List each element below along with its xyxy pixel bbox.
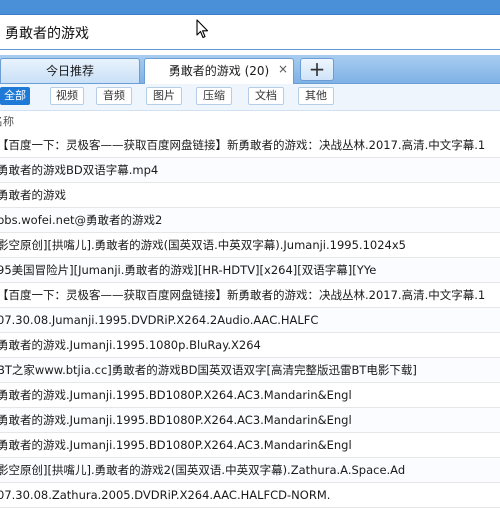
window-title-bar [0,0,500,14]
tab-today-recommend[interactable]: 今日推荐 [0,58,140,83]
filter-document[interactable]: 文档 [248,87,284,105]
list-item[interactable]: 95美国冒险片][Jumanji.勇敢者的游戏][HR-HDTV][x264][… [0,258,500,283]
results-list: 【百度一下：灵极客——获取百度网盘链接】新勇敢者的游戏：决战丛林.2017.高清… [0,133,500,508]
list-item-name: 勇敢者的游戏 [0,188,66,202]
list-item[interactable]: 勇敢者的游戏BD双语字幕.mp4 [0,158,500,183]
filter-bar: 全部 视频 音频 图片 压缩 文档 其他 [0,84,500,111]
filter-archive[interactable]: 压缩 [196,87,232,105]
filter-other[interactable]: 其他 [298,87,334,105]
list-item[interactable]: 勇敢者的游戏.Jumanji.1995.BD1080P.X264.AC3.Man… [0,408,500,433]
list-item[interactable]: 影空原创][拱嘴儿].勇敢者的游戏(国英双语.中英双字幕).Jumanji.19… [0,233,500,258]
list-item[interactable]: 【百度一下：灵极客——获取百度网盘链接】新勇敢者的游戏：决战丛林.2017.高清… [0,133,500,158]
list-item[interactable]: 勇敢者的游戏.Jumanji.1995.BD1080P.X264.AC3.Man… [0,383,500,408]
list-item[interactable]: 07.30.08.Jumanji.1995.DVDRiP.X264.2Audio… [0,308,500,333]
list-item[interactable]: 07.30.08.Zathura.2005.DVDRiP.X264.AAC.HA… [0,483,500,508]
search-bar[interactable]: 勇敢者的游戏 [0,14,500,50]
list-item-name: 【百度一下：灵极客——获取百度网盘链接】新勇敢者的游戏：决战丛林.2017.高清… [0,138,486,152]
list-item-name: 【百度一下：灵极客——获取百度网盘链接】新勇敢者的游戏：决战丛林.2017.高清… [0,288,486,302]
list-item-name: 影空原创][拱嘴儿].勇敢者的游戏(国英双语.中英双字幕).Jumanji.19… [0,238,406,252]
list-item-name: 勇敢者的游戏BD双语字幕.mp4 [0,163,159,177]
column-header[interactable]: 名称 [0,111,500,134]
list-item[interactable]: 勇敢者的游戏.Jumanji.1995.1080p.BluRay.X264 [0,333,500,358]
list-item[interactable]: 【百度一下：灵极客——获取百度网盘链接】新勇敢者的游戏：决战丛林.2017.高清… [0,283,500,308]
filter-video[interactable]: 视频 [50,87,84,105]
filter-all[interactable]: 全部 [0,87,30,105]
tab-label: 今日推荐 [45,64,94,78]
list-item[interactable]: 影空原创][拱嘴儿].勇敢者的游戏2(国英双语.中英双字幕).Zathura.A… [0,458,500,483]
list-item[interactable]: bbs.wofei.net@勇敢者的游戏2 [0,208,500,233]
list-item-name: BT之家www.btjia.cc]勇敢者的游戏BD国英双语双字[高清完整版迅雷B… [0,363,417,377]
close-icon[interactable]: × [278,59,288,79]
list-item-name: 95美国冒险片][Jumanji.勇敢者的游戏][HR-HDTV][x264][… [0,263,377,277]
list-item-name: 勇敢者的游戏.Jumanji.1995.BD1080P.X264.AC3.Man… [0,388,352,402]
list-item-name: 勇敢者的游戏.Jumanji.1995.1080p.BluRay.X264 [0,338,261,352]
list-item-name: 勇敢者的游戏.Jumanji.1995.BD1080P.X264.AC3.Man… [0,413,352,427]
tab-strip: 今日推荐 勇敢者的游戏 (20) × + [0,55,500,84]
filter-audio[interactable]: 音频 [96,87,132,105]
mouse-pointer-icon [196,19,209,39]
list-item[interactable]: 勇敢者的游戏.Jumanji.1995.BD1080P.X264.AC3.Man… [0,433,500,458]
filter-image[interactable]: 图片 [146,87,182,105]
list-item-name: 勇敢者的游戏.Jumanji.1995.BD1080P.X264.AC3.Man… [0,438,352,452]
add-tab-button[interactable]: + [300,58,334,81]
tab-label: 勇敢者的游戏 (20) [168,64,270,78]
search-input[interactable]: 勇敢者的游戏 [5,23,89,43]
list-item-name: bbs.wofei.net@勇敢者的游戏2 [0,213,163,227]
tab-search-results[interactable]: 勇敢者的游戏 (20) × [144,58,294,84]
column-name-label: 名称 [0,115,14,128]
list-item[interactable]: BT之家www.btjia.cc]勇敢者的游戏BD国英双语双字[高清完整版迅雷B… [0,358,500,383]
list-item-name: 07.30.08.Jumanji.1995.DVDRiP.X264.2Audio… [0,313,319,327]
list-item[interactable]: 勇敢者的游戏 [0,183,500,208]
list-item-name: 影空原创][拱嘴儿].勇敢者的游戏2(国英双语.中英双字幕).Zathura.A… [0,463,406,477]
